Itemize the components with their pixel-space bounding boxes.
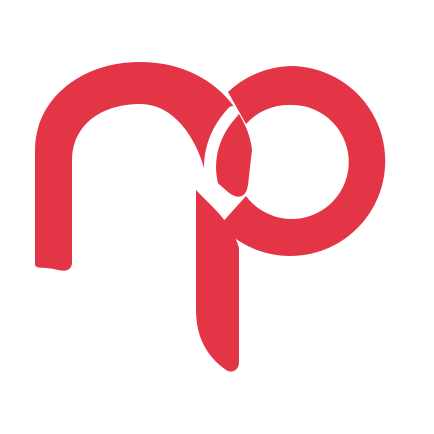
np-monogram-logo-icon bbox=[35, 62, 386, 372]
logo-canvas bbox=[0, 0, 434, 434]
